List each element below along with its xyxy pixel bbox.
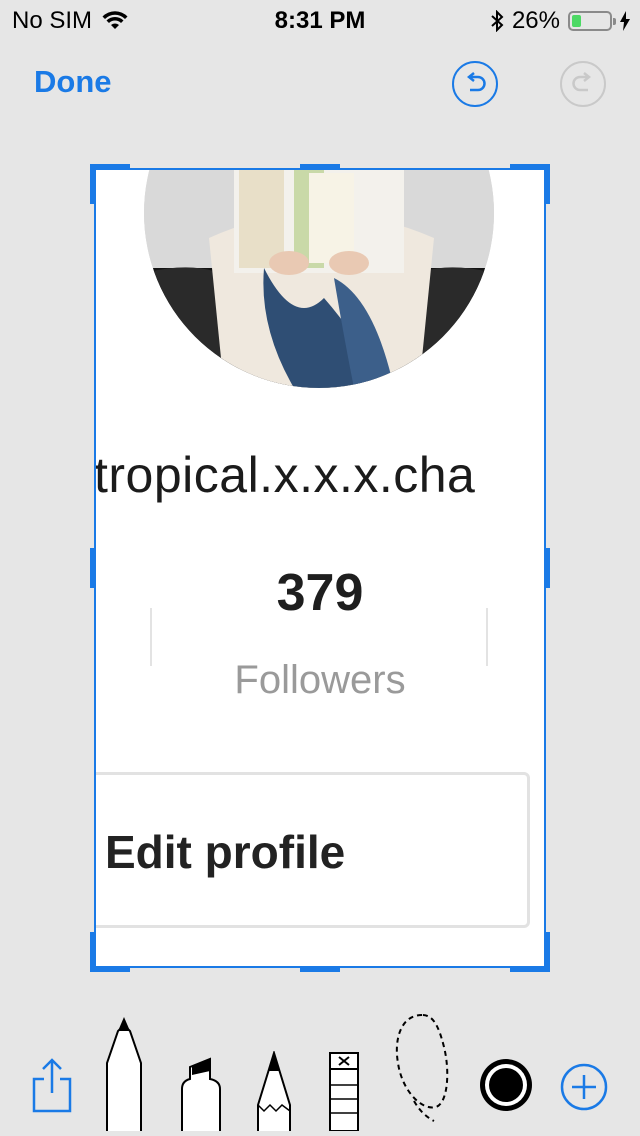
pen-tool[interactable] — [104, 1015, 144, 1136]
eraser-tool[interactable] — [328, 1051, 360, 1136]
crop-handle-bottom-left[interactable] — [90, 932, 96, 972]
crop-handle-bottom[interactable] — [300, 966, 340, 972]
add-icon — [560, 1063, 608, 1111]
marker-tool[interactable] — [180, 1051, 222, 1136]
charging-bolt-icon — [620, 11, 630, 31]
redo-button[interactable] — [560, 61, 606, 107]
share-icon — [32, 1058, 72, 1113]
crop-handle-right[interactable] — [544, 548, 550, 588]
crop-handle-left[interactable] — [90, 548, 96, 588]
markup-nav-bar: Done — [0, 50, 640, 120]
screenshot-canvas[interactable]: tropical.x.x.x.cha 379 Followers Edit pr… — [94, 168, 546, 968]
lasso-tool-icon — [395, 1013, 449, 1122]
profile-username: tropical.x.x.x.cha — [94, 447, 476, 503]
crop-handle-top[interactable] — [300, 164, 340, 170]
crop-handle-top-right[interactable] — [544, 164, 550, 204]
followers-count: 379 — [276, 564, 364, 622]
avatar-photo — [144, 168, 494, 388]
color-picker-icon — [480, 1059, 532, 1111]
markup-toolbar — [0, 1010, 640, 1136]
status-bar: No SIM 8:31 PM 26% — [0, 0, 640, 40]
add-button[interactable] — [560, 1063, 608, 1116]
crop-handle-bottom-left[interactable] — [90, 966, 130, 972]
bluetooth-icon — [491, 10, 504, 32]
undo-button[interactable] — [452, 61, 498, 107]
crop-handle-top-left[interactable] — [90, 164, 130, 170]
color-picker-button[interactable] — [478, 1057, 534, 1118]
crop-handle-bottom-right[interactable] — [544, 932, 550, 972]
battery-level — [572, 15, 582, 27]
crop-handle-top-left[interactable] — [90, 164, 96, 204]
redo-arrow-icon — [572, 72, 592, 92]
lasso-tool[interactable] — [392, 1011, 452, 1128]
eraser-tool-icon — [329, 1052, 359, 1132]
done-button[interactable]: Done — [34, 64, 112, 100]
followers-label: Followers — [234, 658, 406, 702]
profile-avatar — [144, 168, 494, 388]
battery-percent: 26% — [511, 7, 560, 34]
pencil-tool-icon — [257, 1049, 291, 1131]
pen-tool-icon — [106, 1017, 142, 1131]
battery-icon — [568, 11, 616, 31]
edit-profile-button: Edit profile — [94, 772, 530, 928]
share-button[interactable] — [30, 1057, 74, 1118]
edit-profile-label: Edit profile — [105, 826, 346, 878]
marker-tool-icon — [181, 1057, 221, 1131]
undo-arrow-icon — [466, 72, 486, 92]
pencil-tool[interactable] — [256, 1049, 292, 1136]
